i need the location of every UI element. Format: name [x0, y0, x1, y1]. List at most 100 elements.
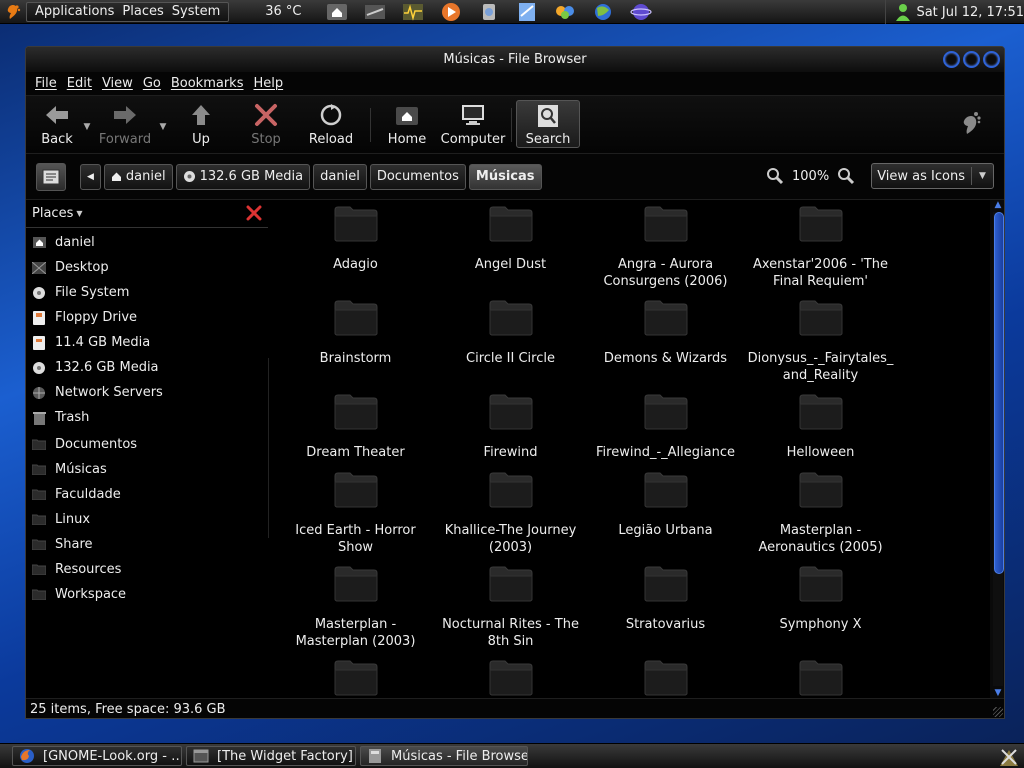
applications-menu[interactable]: Applications [31, 4, 118, 19]
folder-item[interactable] [278, 658, 433, 698]
vertical-scrollbar[interactable]: ▲ ▼ [990, 200, 1004, 698]
menu-go[interactable]: Go [138, 76, 166, 91]
sidebar-header[interactable]: Places ▼ [26, 200, 268, 228]
folder-item[interactable]: Firewind [433, 392, 588, 461]
planet-icon[interactable] [629, 2, 653, 22]
sidebar-item-11gb-media[interactable]: 11.4 GB Media [26, 330, 268, 355]
back-button[interactable]: Back [32, 100, 82, 148]
reload-button[interactable]: Reload [298, 100, 364, 148]
maximize-button[interactable] [963, 51, 980, 68]
breadcrumb-musicas[interactable]: Músicas [468, 163, 542, 190]
resize-grip-icon[interactable] [993, 707, 1003, 717]
clock[interactable]: Sat Jul 12, 17:51 [916, 5, 1024, 20]
scroll-up-arrow-icon[interactable]: ▲ [990, 200, 1004, 210]
sidebar-item-workspace[interactable]: Workspace [26, 582, 268, 607]
folder-item[interactable]: Legião Urbana [588, 470, 743, 539]
back-history-dropdown[interactable]: ▼ [82, 100, 92, 148]
zoom-in-button[interactable] [835, 165, 857, 187]
home-button[interactable]: Home [377, 100, 437, 148]
folder-item[interactable]: Brainstorm [278, 298, 433, 367]
breadcrumb-media[interactable]: 132.6 GB Media [175, 163, 311, 190]
close-icon[interactable] [246, 205, 262, 221]
temperature-applet[interactable]: 36 °C [265, 4, 325, 19]
folder-item[interactable]: Firewind_-_Allegiance [588, 392, 743, 461]
breadcrumb-daniel[interactable]: daniel [313, 163, 367, 190]
forward-button[interactable]: Forward [92, 100, 158, 148]
menu-file[interactable]: File [30, 76, 62, 91]
folder-item[interactable]: Circle II Circle [433, 298, 588, 367]
text-editor-icon[interactable] [515, 2, 539, 22]
folder-icon [489, 566, 532, 602]
breadcrumb-daniel-home[interactable]: daniel [103, 163, 173, 190]
sidebar-item-resources[interactable]: Resources [26, 557, 268, 582]
folder-item[interactable] [743, 658, 898, 698]
sidebar-item-file-system[interactable]: File System [26, 280, 268, 305]
task-widget-factory[interactable]: [The Widget Factory] [186, 746, 356, 766]
sidebar-item-network-servers[interactable]: Network Servers [26, 380, 268, 405]
folder-item[interactable]: Nocturnal Rites - The 8th Sin [433, 564, 588, 650]
sidebar-item-132gb-media[interactable]: 132.6 GB Media [26, 355, 268, 380]
folder-item[interactable]: Masterplan - Aeronautics (2005) [743, 470, 898, 556]
scroll-track[interactable] [993, 212, 1004, 686]
close-button[interactable] [983, 51, 1000, 68]
folder-item[interactable]: Symphony X [743, 564, 898, 633]
messenger-icon[interactable] [553, 2, 577, 22]
gnome-foot-icon[interactable] [0, 0, 26, 24]
sidebar-item-musicas[interactable]: Músicas [26, 457, 268, 482]
sidebar-item-floppy[interactable]: Floppy Drive [26, 305, 268, 330]
minimize-button[interactable] [943, 51, 960, 68]
folder-item[interactable]: Khallice-The Journey (2003) [433, 470, 588, 556]
system-monitor-icon[interactable] [401, 2, 425, 22]
folder-item[interactable]: Demons & Wizards [588, 298, 743, 367]
breadcrumb-scroll-left[interactable]: ◀ [80, 163, 101, 190]
sidebar-item-daniel[interactable]: daniel [26, 230, 268, 255]
show-desktop-icon[interactable] [998, 746, 1020, 768]
menu-help[interactable]: Help [248, 76, 288, 91]
folder-item[interactable]: Masterplan - Masterplan (2003) [278, 564, 433, 650]
folder-item[interactable]: Dream Theater [278, 392, 433, 461]
folder-item[interactable]: Axenstar'2006 - 'The Final Requiem' [743, 204, 898, 290]
user-switcher-icon[interactable] [894, 3, 912, 21]
sound-juicer-icon[interactable] [477, 2, 501, 22]
folder-item[interactable]: Iced Earth - Horror Show [278, 470, 433, 556]
folder-item[interactable]: Angel Dust [433, 204, 588, 273]
folder-item[interactable]: Stratovarius [588, 564, 743, 633]
menu-view[interactable]: View [97, 76, 138, 91]
scroll-down-arrow-icon[interactable]: ▼ [990, 688, 1004, 698]
sidebar-item-share[interactable]: Share [26, 532, 268, 557]
zoom-level[interactable]: 100% [792, 169, 829, 184]
folder-item[interactable]: Helloween [743, 392, 898, 461]
zoom-out-button[interactable] [764, 165, 786, 187]
places-menu[interactable]: Places [118, 4, 167, 19]
folder-item[interactable] [433, 658, 588, 698]
breadcrumb-documentos[interactable]: Documentos [369, 163, 466, 190]
pane-divider[interactable] [268, 358, 269, 538]
web-browser-icon[interactable] [591, 2, 615, 22]
terminal-icon[interactable] [363, 2, 387, 22]
up-button[interactable]: Up [168, 100, 234, 148]
folder-item[interactable]: Dionysus_-_Fairytales_ and_Reality [743, 298, 898, 384]
sidebar-item-faculdade[interactable]: Faculdade [26, 482, 268, 507]
search-button[interactable]: Search [516, 100, 580, 148]
menu-edit[interactable]: Edit [62, 76, 97, 91]
forward-history-dropdown[interactable]: ▼ [158, 100, 168, 148]
sidebar-item-trash[interactable]: Trash [26, 405, 268, 430]
menu-bookmarks[interactable]: Bookmarks [166, 76, 249, 91]
task-file-browser[interactable]: Músicas - File Browser [360, 746, 528, 766]
home-folder-icon[interactable] [325, 2, 349, 22]
computer-button[interactable]: Computer [437, 100, 509, 148]
view-mode-select[interactable]: View as Icons ▼ [871, 163, 994, 189]
sidebar-item-desktop[interactable]: Desktop [26, 255, 268, 280]
folder-item[interactable]: Adagio [278, 204, 433, 273]
scroll-thumb[interactable] [994, 212, 1004, 574]
system-menu[interactable]: System [168, 4, 224, 19]
folder-item[interactable] [588, 658, 743, 698]
sidebar-item-documentos[interactable]: Documentos [26, 432, 268, 457]
folder-item[interactable]: Angra - Aurora Consurgens (2006) [588, 204, 743, 290]
stop-button[interactable]: Stop [234, 100, 298, 148]
window-titlebar[interactable]: Músicas - File Browser [26, 47, 1004, 72]
media-player-icon[interactable] [439, 2, 463, 22]
sidebar-item-linux[interactable]: Linux [26, 507, 268, 532]
task-gnome-look[interactable]: [GNOME-Look.org - … [12, 746, 182, 766]
location-toggle-button[interactable] [36, 162, 66, 191]
